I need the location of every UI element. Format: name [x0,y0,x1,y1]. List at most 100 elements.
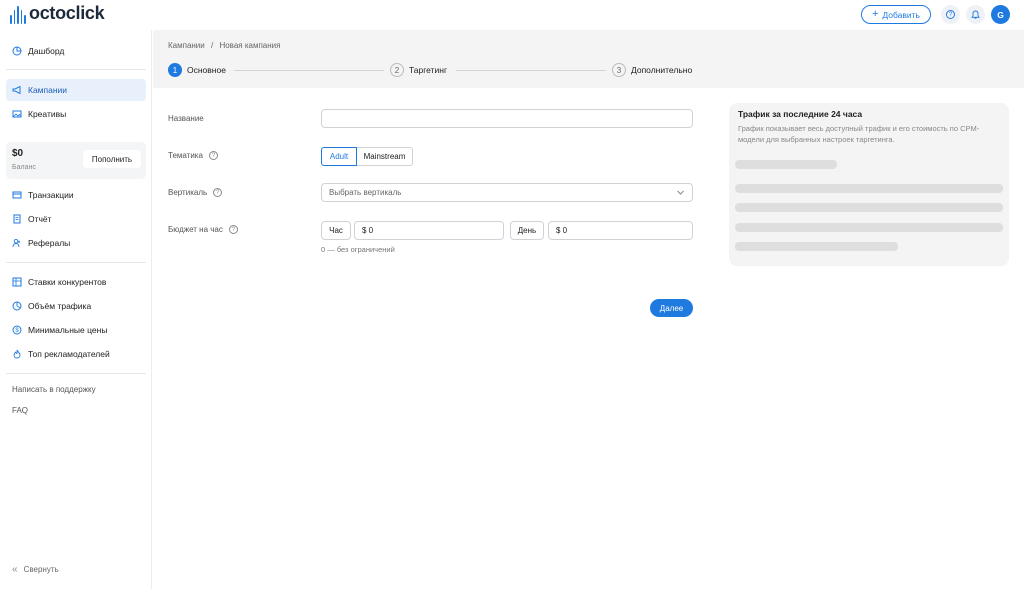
step-number: 3 [612,63,626,77]
theme-segmented-control: Adult Mainstream [321,147,413,166]
sidebar-item-label: Креативы [28,109,67,119]
step-number: 1 [168,63,182,77]
loading-skeleton [735,184,1003,193]
notifications-button[interactable] [966,5,985,24]
sidebar-item-min-prices[interactable]: $ Минимальные цены [6,319,146,341]
image-icon [12,109,22,119]
page-header: Кампании / Новая кампания 1 Основное 2 Т… [153,30,1024,88]
top-bar: octoclick + Добавить ? G [0,0,1024,30]
sidebar-item-label: Рефералы [28,238,71,248]
pie-icon [12,301,22,311]
breadcrumb-parent[interactable]: Кампании [168,41,205,50]
daily-budget-input[interactable]: $ 0 [548,221,693,240]
step-label: Таргетинг [409,65,448,75]
add-button-label: Добавить [882,9,920,20]
name-field[interactable] [321,109,693,128]
vertical-label-text: Вертикаль [168,188,208,197]
sidebar-item-creatives[interactable]: Креативы [6,103,146,125]
collapse-button[interactable]: « Свернуть [12,564,59,575]
pie-chart-icon [12,46,22,56]
breadcrumb-current: Новая кампания [219,41,281,50]
help-icon[interactable]: ? [228,225,238,234]
step-targeting[interactable]: 2 Таргетинг [390,63,447,77]
traffic-panel: Трафик за последние 24 часа График показ… [729,103,1009,266]
breadcrumb-separator: / [210,41,214,50]
support-link[interactable]: Написать в поддержку [12,385,96,394]
step-connector [456,70,606,71]
loading-skeleton [735,203,1003,212]
step-label: Дополнительно [631,65,693,75]
hourly-budget-input[interactable]: $ 0 [354,221,504,240]
divider [6,262,146,263]
name-label: Название [168,114,204,123]
divider [6,373,146,374]
plus-icon: + [871,8,879,20]
logo-icon [10,4,26,24]
referrals-icon [12,238,22,248]
sidebar-item-competitor-bids[interactable]: Ставки конкурентов [6,271,146,293]
budget-label: Бюджет на час ? [168,225,238,234]
table-icon [12,277,22,287]
report-icon [12,214,22,224]
balance-label: Баланс [12,164,36,171]
help-button[interactable]: ? [941,5,960,24]
step-connector [234,70,384,71]
megaphone-icon [12,85,22,95]
loading-skeleton [735,160,837,169]
vertical-select-value: Выбрать вертикаль [329,188,402,197]
loading-skeleton [735,223,1003,232]
avatar[interactable]: G [991,5,1010,24]
day-period-button[interactable]: День [510,221,544,240]
traffic-panel-title: Трафик за последние 24 часа [738,109,863,119]
theme-label-text: Тематика [168,151,203,160]
sidebar-item-label: Топ рекламодателей [28,349,110,359]
breadcrumb: Кампании / Новая кампания [168,41,284,50]
balance-amount: $0 [12,148,24,159]
theme-label: Тематика ? [168,151,218,160]
step-additional[interactable]: 3 Дополнительно [612,63,692,77]
sidebar-item-referrals[interactable]: Рефералы [6,232,146,254]
logo[interactable]: octoclick [10,3,105,24]
bell-icon [971,10,980,19]
sidebar-item-report[interactable]: Отчёт [6,208,146,230]
step-basic[interactable]: 1 Основное [168,63,226,77]
sidebar-item-campaigns[interactable]: Кампании [6,79,146,101]
theme-option-mainstream[interactable]: Mainstream [357,147,413,166]
sidebar-item-dashboard[interactable]: Дашборд [6,40,146,62]
traffic-panel-description: График показывает весь доступный трафик … [738,124,980,144]
step-label: Основное [187,65,226,75]
vertical-label: Вертикаль ? [168,188,223,197]
sidebar: Дашборд Кампании Креативы $0 Баланс Попо… [0,30,152,589]
vertical-select[interactable]: Выбрать вертикаль [321,183,693,202]
topup-button[interactable]: Пополнить [83,150,141,168]
sidebar-item-label: Объём трафика [28,301,92,311]
question-icon: ? [946,10,955,19]
dollar-icon: $ [12,325,22,335]
sidebar-item-label: Транзакции [28,190,74,200]
budget-label-text: Бюджет на час [168,225,223,234]
theme-option-adult[interactable]: Adult [321,147,357,166]
sidebar-item-transactions[interactable]: Транзакции [6,184,146,206]
next-button[interactable]: Далее [650,299,693,317]
sidebar-item-label: Отчёт [28,214,52,224]
help-icon[interactable]: ? [213,188,223,197]
double-chevron-left-icon: « [12,564,18,575]
loading-skeleton [735,242,898,251]
budget-hint: 0 — без ограничений [321,245,395,254]
hour-period-button[interactable]: Час [321,221,351,240]
add-button[interactable]: + Добавить [861,5,931,24]
brand-name: octoclick [29,3,105,23]
flame-icon [12,349,22,359]
divider [6,69,146,70]
faq-link[interactable]: FAQ [12,406,28,415]
sidebar-item-label: Ставки конкурентов [28,277,107,287]
balance-card: $0 Баланс Пополнить [6,142,146,179]
sidebar-item-traffic-volume[interactable]: Объём трафика [6,295,146,317]
sidebar-item-label: Кампании [28,85,68,95]
sidebar-item-top-advertisers[interactable]: Топ рекламодателей [6,343,146,365]
sidebar-item-label: Дашборд [28,46,65,56]
collapse-label: Свернуть [23,565,59,574]
name-label-text: Название [168,114,204,123]
sidebar-item-label: Минимальные цены [28,325,108,335]
help-icon[interactable]: ? [208,151,218,160]
